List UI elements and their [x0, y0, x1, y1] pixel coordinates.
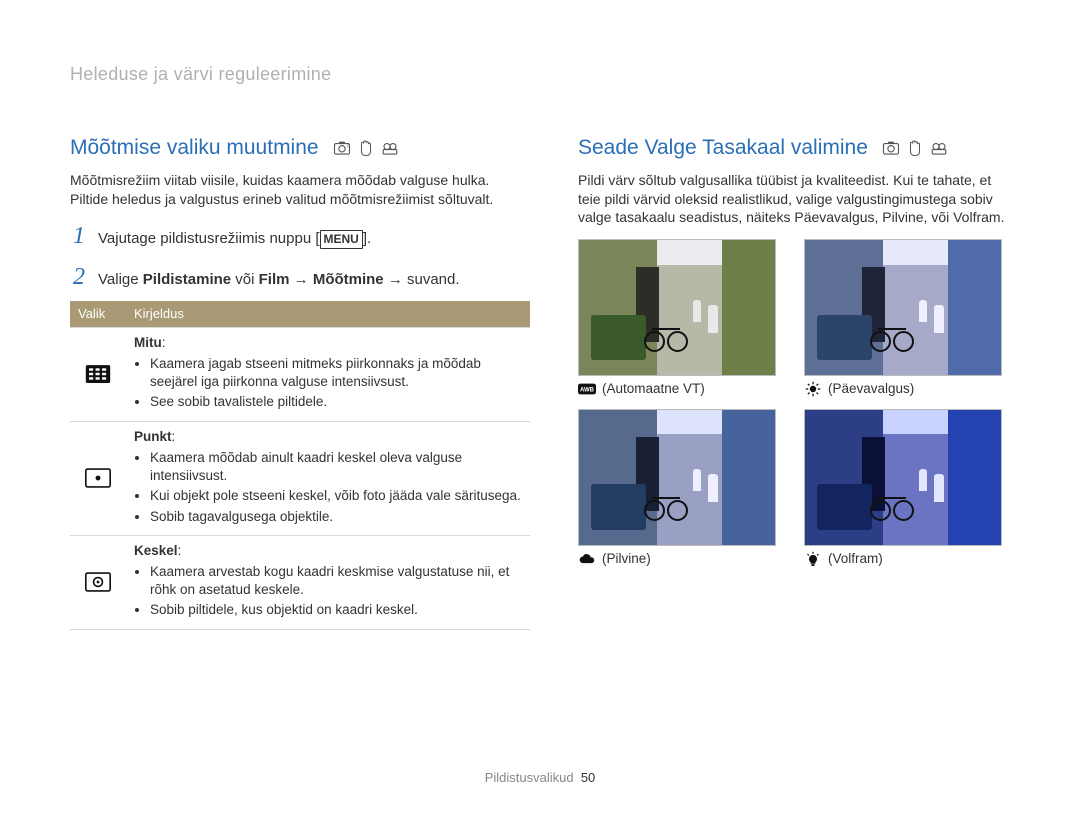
wb-sample-daylight: (Päevavalgus)	[804, 239, 1010, 398]
sun-icon	[804, 381, 822, 397]
camera-p-icon: P	[333, 139, 351, 157]
page-number: 50	[581, 770, 595, 785]
opt-punkt-b1: Kaamera mõõdab ainult kaadri keskel olev…	[150, 449, 522, 485]
cloud-icon	[578, 551, 596, 567]
opt-punkt-name: Punkt	[134, 429, 172, 444]
title-text: Seade Valge Tasakaal valimine	[578, 134, 868, 162]
opt-punkt-b3: Sobib tagavalgusega objektile.	[150, 508, 522, 526]
film-icon	[930, 139, 948, 157]
opt-mitu-b2: See sobib tavalistele piltidele.	[150, 393, 522, 411]
wb-sample-auto: AWB (Automaatne VT)	[578, 239, 784, 398]
wb-tungsten-label: (Volfram)	[828, 550, 883, 568]
wb-sample-tungsten: (Volfram)	[804, 409, 1010, 568]
footer-section: Pildistusvalikud	[485, 770, 574, 785]
wb-day-label: (Päevavalgus)	[828, 380, 914, 398]
s2b3: Mõõtmine	[313, 271, 384, 288]
page-footer: Pildistusvalikud 50	[0, 769, 1080, 787]
table-row: Keskel: Kaamera arvestab kogu kaadri kes…	[70, 535, 530, 629]
table-row: Punkt: Kaamera mõõdab ainult kaadri kesk…	[70, 421, 530, 535]
th-icon: Valik	[70, 301, 126, 327]
s2m1: või	[231, 271, 259, 288]
s2m2: →	[289, 271, 312, 288]
s2a: Valige	[98, 271, 143, 288]
step-number: 2	[70, 261, 88, 293]
awb-icon: AWB	[578, 381, 596, 397]
section-title-wb: Seade Valge Tasakaal valimine	[578, 134, 1010, 162]
table-row: Mitu: Kaamera jagab stseeni mitmeks piir…	[70, 327, 530, 421]
film-icon	[381, 139, 399, 157]
wb-thumb	[578, 239, 776, 376]
svg-text:AWB: AWB	[580, 388, 595, 394]
wb-thumb	[578, 409, 776, 546]
svg-text:P: P	[347, 144, 350, 149]
s2b1: Pildistamine	[143, 271, 231, 288]
step-2: 2 Valige Pildistamine või Film → Mõõtmin…	[70, 261, 530, 293]
step-number: 1	[70, 220, 88, 252]
hand-icon	[906, 139, 924, 157]
metering-lead: Mõõtmisrežiim viitab viisile, kuidas kaa…	[70, 171, 530, 209]
step-1-text: Vajutage pildistusrežiimis nuppu [MENU].	[98, 229, 371, 249]
s2p: → suvand.	[384, 271, 460, 288]
mode-icons	[882, 139, 948, 157]
wb-thumb	[804, 239, 1002, 376]
opt-keskel-b1: Kaamera arvestab kogu kaadri keskmise va…	[150, 563, 522, 599]
step1-pre: Vajutage pildistusrežiimis nuppu [	[98, 230, 320, 247]
bulb-icon	[804, 551, 822, 567]
section-title-metering: Mõõtmise valiku muutmine P	[70, 134, 530, 162]
hand-icon	[357, 139, 375, 157]
th-desc: Kirjeldus	[126, 301, 530, 327]
wb-cloudy-label: (Pilvine)	[602, 550, 651, 568]
opt-keskel-b2: Sobib piltidele, kus objektid on kaadri …	[150, 601, 522, 619]
opt-punkt-b2: Kui objekt pole stseeni keskel, võib fot…	[150, 487, 522, 505]
metering-center-icon	[70, 535, 126, 629]
camera-p-icon	[882, 139, 900, 157]
metering-options-table: Valik Kirjeldus Mitu: Kaamera jagab stse…	[70, 301, 530, 629]
title-text: Mõõtmise valiku muutmine	[70, 134, 319, 162]
step-2-text: Valige Pildistamine või Film → Mõõtmine …	[98, 270, 460, 290]
step-1: 1 Vajutage pildistusrežiimis nuppu [MENU…	[70, 220, 530, 252]
step1-post: ].	[363, 230, 371, 247]
opt-keskel-name: Keskel	[134, 543, 178, 558]
opt-mitu-name: Mitu	[134, 335, 162, 350]
wb-sample-cloudy: (Pilvine)	[578, 409, 784, 568]
opt-mitu-b1: Kaamera jagab stseeni mitmeks piirkonnak…	[150, 355, 522, 391]
wb-auto-label: (Automaatne VT)	[602, 380, 705, 398]
metering-spot-icon	[70, 421, 126, 535]
mode-icons: P	[333, 139, 399, 157]
metering-multi-icon	[70, 327, 126, 421]
wb-thumb	[804, 409, 1002, 546]
menu-badge: MENU	[320, 230, 363, 248]
s2b2: Film	[259, 271, 290, 288]
breadcrumb: Heleduse ja värvi reguleerimine	[70, 62, 1010, 86]
wb-lead: Pildi värv sõltub valgusallika tüübist j…	[578, 171, 1010, 228]
